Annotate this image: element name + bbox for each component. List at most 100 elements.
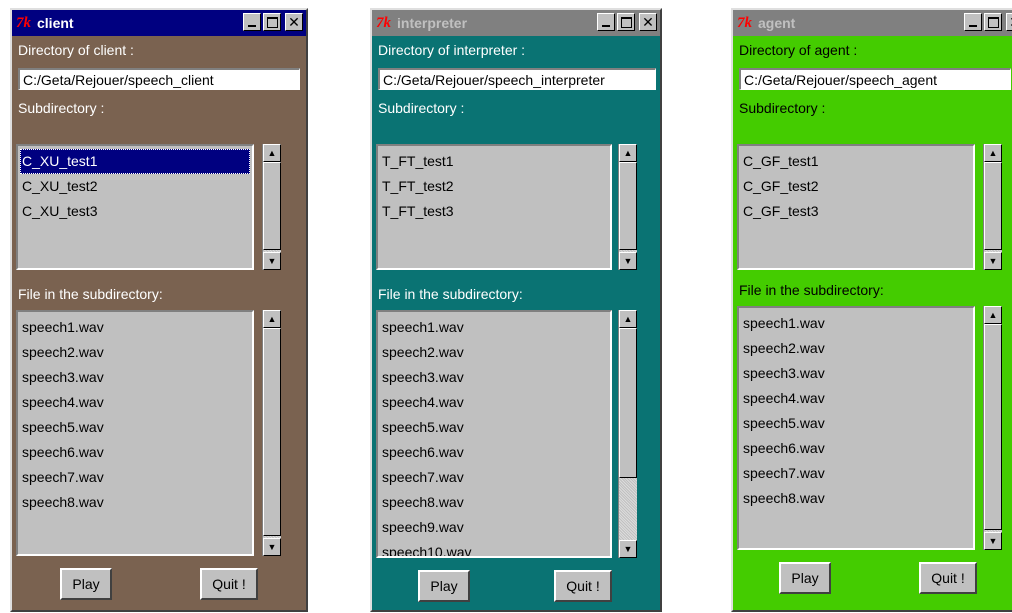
list-item[interactable]: speech7.wav [741, 461, 971, 486]
window-controls: ✕ [597, 13, 657, 31]
list-item[interactable]: speech8.wav [741, 486, 971, 511]
window-title: agent [758, 15, 796, 31]
scroll-down-button[interactable]: ▼ [619, 540, 637, 558]
arrow-up-icon: ▲ [623, 148, 633, 158]
list-item[interactable]: speech10.wav [380, 540, 608, 556]
quit-button[interactable]: Quit ! [200, 568, 258, 600]
directory-input[interactable]: C:/Geta/Rejouer/speech_interpreter [378, 68, 656, 90]
subdirectory-scrollbar[interactable]: ▲ ▼ [618, 144, 637, 270]
file-list[interactable]: speech1.wav speech2.wav speech3.wav spee… [16, 310, 254, 556]
list-item[interactable]: speech3.wav [741, 361, 971, 386]
play-button[interactable]: Play [418, 570, 470, 602]
list-item[interactable]: C_XU_test2 [20, 174, 250, 199]
list-item[interactable]: speech5.wav [20, 415, 250, 440]
scroll-thumb[interactable] [984, 324, 1002, 530]
agent-window: 7k agent ✕ Directory of agent : C:/Geta/… [731, 8, 1012, 612]
arrow-up-icon: ▲ [267, 148, 277, 158]
list-item[interactable]: T_FT_test3 [380, 199, 608, 224]
interpreter-body: Directory of interpreter : C:/Geta/Rejou… [372, 36, 660, 610]
file-list[interactable]: speech1.wav speech2.wav speech3.wav spee… [376, 310, 612, 558]
list-item[interactable]: T_FT_test2 [380, 174, 608, 199]
list-item[interactable]: speech6.wav [741, 436, 971, 461]
list-item[interactable]: speech5.wav [741, 411, 971, 436]
scroll-down-button[interactable]: ▼ [263, 538, 281, 556]
list-item[interactable]: speech6.wav [380, 440, 608, 465]
scroll-up-button[interactable]: ▲ [984, 306, 1002, 324]
scroll-thumb[interactable] [263, 328, 281, 536]
list-item[interactable]: C_GF_test1 [741, 149, 971, 174]
list-item[interactable]: speech8.wav [20, 490, 250, 515]
file-scrollbar[interactable]: ▲ ▼ [618, 310, 637, 558]
maximize-button[interactable] [617, 13, 635, 31]
scroll-thumb[interactable] [984, 162, 1002, 250]
list-item[interactable]: speech4.wav [20, 390, 250, 415]
list-item[interactable]: speech1.wav [380, 315, 608, 340]
close-button[interactable]: ✕ [639, 13, 657, 31]
minimize-button[interactable] [597, 13, 615, 31]
scroll-up-button[interactable]: ▲ [263, 144, 281, 162]
agent-titlebar[interactable]: 7k agent ✕ [733, 10, 1012, 36]
list-item[interactable]: speech9.wav [380, 515, 608, 540]
subdirectory-list[interactable]: C_GF_test1 C_GF_test2 C_GF_test3 [737, 144, 975, 270]
list-item[interactable]: speech1.wav [20, 315, 250, 340]
maximize-icon [620, 16, 632, 28]
list-item[interactable]: speech4.wav [380, 390, 608, 415]
minimize-button[interactable] [964, 13, 982, 31]
arrow-up-icon: ▲ [623, 314, 633, 324]
file-scrollbar[interactable]: ▲ ▼ [983, 306, 1002, 550]
list-item[interactable]: C_XU_test1 [20, 149, 250, 174]
close-icon: ✕ [288, 14, 300, 30]
scroll-up-button[interactable]: ▲ [619, 144, 637, 162]
list-item[interactable]: speech3.wav [20, 365, 250, 390]
scroll-down-button[interactable]: ▼ [984, 532, 1002, 550]
file-scrollbar[interactable]: ▲ ▼ [262, 310, 281, 556]
list-item[interactable]: speech7.wav [20, 465, 250, 490]
list-item[interactable]: speech7.wav [380, 465, 608, 490]
scroll-thumb[interactable] [263, 162, 281, 250]
list-item[interactable]: speech3.wav [380, 365, 608, 390]
interpreter-titlebar[interactable]: 7k interpreter ✕ [372, 10, 660, 36]
list-item[interactable]: C_GF_test3 [741, 199, 971, 224]
scroll-up-button[interactable]: ▲ [984, 144, 1002, 162]
list-item[interactable]: C_GF_test2 [741, 174, 971, 199]
file-list[interactable]: speech1.wav speech2.wav speech3.wav spee… [737, 306, 975, 550]
scroll-down-button[interactable]: ▼ [263, 252, 281, 270]
agent-body: Directory of agent : C:/Geta/Rejouer/spe… [733, 36, 1012, 610]
maximize-button[interactable] [984, 13, 1002, 31]
close-button[interactable]: ✕ [285, 13, 303, 31]
arrow-down-icon: ▼ [988, 536, 998, 546]
subdirectory-label: Subdirectory : [18, 100, 105, 116]
directory-input[interactable]: C:/Geta/Rejouer/speech_client [18, 68, 300, 90]
directory-input[interactable]: C:/Geta/Rejouer/speech_agent [739, 68, 1011, 90]
subdirectory-scrollbar[interactable]: ▲ ▼ [983, 144, 1002, 270]
quit-button[interactable]: Quit ! [554, 570, 612, 602]
play-button[interactable]: Play [779, 562, 831, 594]
subdirectory-scrollbar[interactable]: ▲ ▼ [262, 144, 281, 270]
scroll-up-button[interactable]: ▲ [619, 310, 637, 328]
maximize-button[interactable] [263, 13, 281, 31]
client-body: Directory of client : C:/Geta/Rejouer/sp… [12, 36, 306, 610]
minimize-button[interactable] [243, 13, 261, 31]
scroll-down-button[interactable]: ▼ [619, 252, 637, 270]
subdirectory-list[interactable]: T_FT_test1 T_FT_test2 T_FT_test3 [376, 144, 612, 270]
list-item[interactable]: speech6.wav [20, 440, 250, 465]
list-item[interactable]: speech4.wav [741, 386, 971, 411]
play-button[interactable]: Play [60, 568, 112, 600]
list-item[interactable]: C_XU_test3 [20, 199, 250, 224]
list-item[interactable]: speech2.wav [741, 336, 971, 361]
list-item[interactable]: speech5.wav [380, 415, 608, 440]
list-item[interactable]: speech2.wav [380, 340, 608, 365]
scroll-thumb[interactable] [619, 328, 637, 478]
close-button[interactable]: ✕ [1006, 13, 1012, 31]
list-item[interactable]: speech2.wav [20, 340, 250, 365]
close-icon: ✕ [642, 14, 654, 30]
client-titlebar[interactable]: 7k client ✕ [12, 10, 306, 36]
quit-button[interactable]: Quit ! [919, 562, 977, 594]
scroll-down-button[interactable]: ▼ [984, 252, 1002, 270]
list-item[interactable]: speech1.wav [741, 311, 971, 336]
subdirectory-list[interactable]: C_XU_test1 C_XU_test2 C_XU_test3 [16, 144, 254, 270]
list-item[interactable]: speech8.wav [380, 490, 608, 515]
scroll-up-button[interactable]: ▲ [263, 310, 281, 328]
scroll-thumb[interactable] [619, 162, 637, 250]
list-item[interactable]: T_FT_test1 [380, 149, 608, 174]
